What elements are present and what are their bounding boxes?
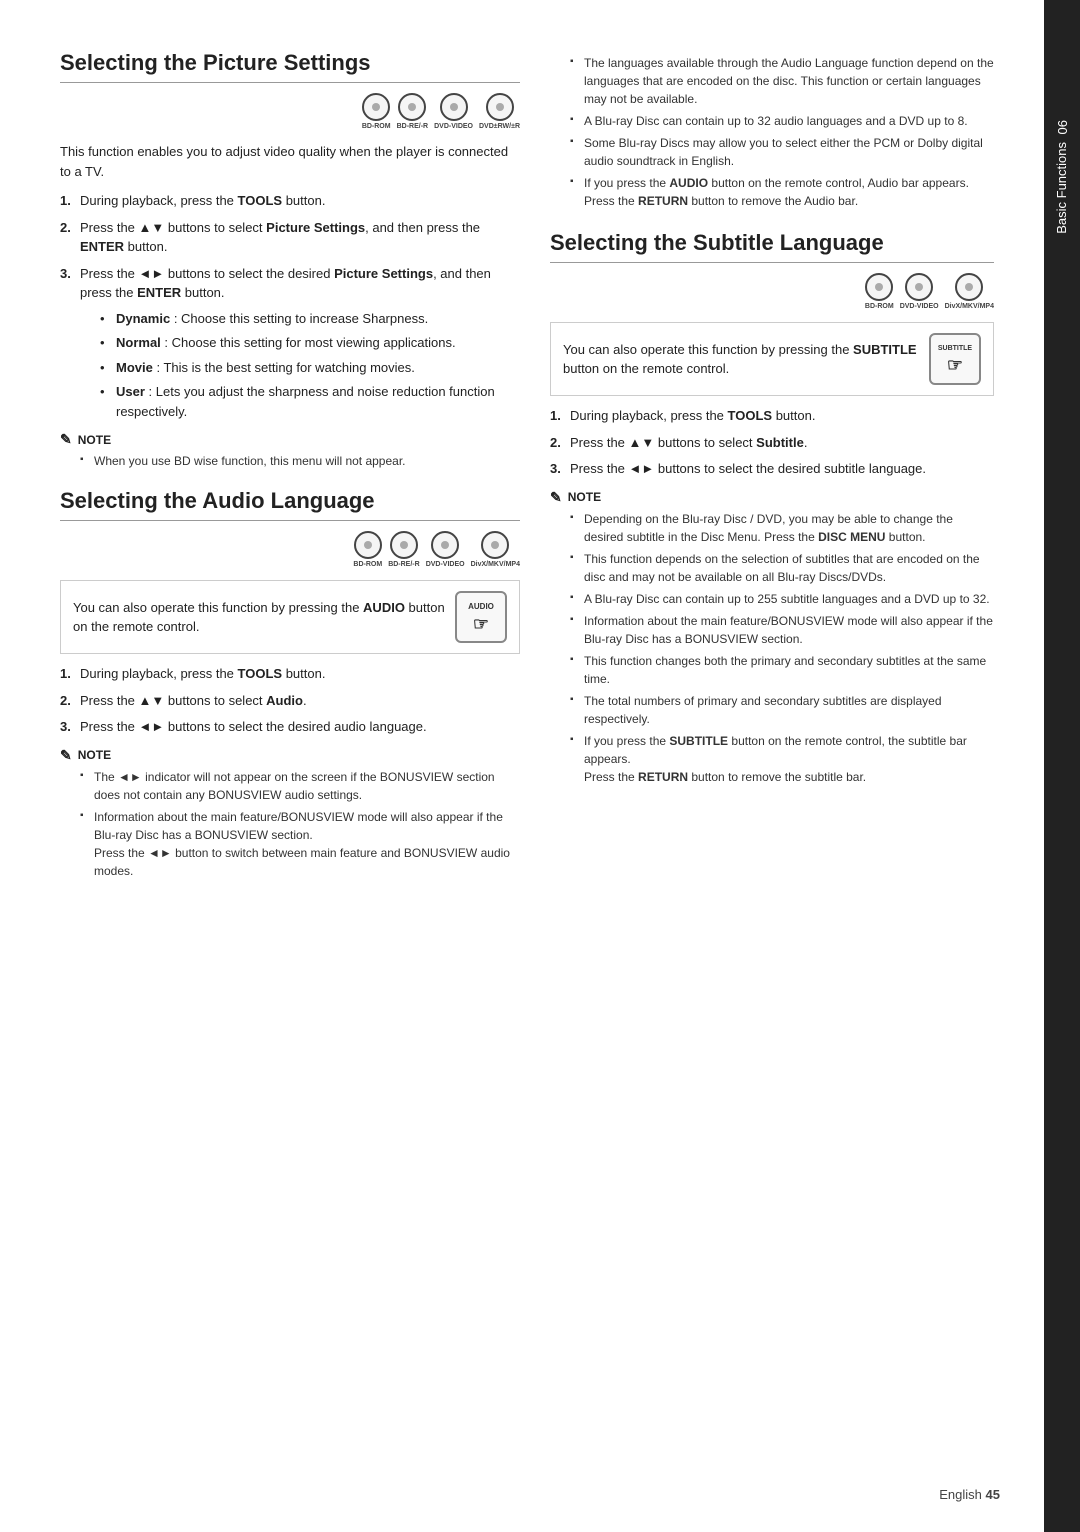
main-content: Selecting the Picture Settings BD-ROM BD… — [0, 0, 1044, 1532]
disc-circle — [955, 273, 983, 301]
step-1: 1. During playback, press the TOOLS butt… — [60, 191, 520, 211]
note-icon-subtitle: ✎ — [550, 489, 562, 506]
disc-dvd-rw: DVD±RW/±R — [479, 93, 520, 130]
picture-steps: 1. During playback, press the TOOLS butt… — [60, 191, 520, 421]
chapter-number: 06 — [1055, 120, 1070, 134]
audio-language-title: Selecting the Audio Language — [60, 488, 520, 521]
disc-icons-audio: BD-ROM BD-RE/-R DVD-VIDEO DivX/MKV/MP4 — [60, 531, 520, 568]
disc-circle — [440, 93, 468, 121]
subtitle-note-5: This function changes both the primary a… — [570, 652, 994, 688]
disc-circle — [354, 531, 382, 559]
note-item: When you use BD wise function, this menu… — [80, 452, 520, 470]
right-column: The languages available through the Audi… — [550, 50, 994, 1482]
hand-icon: ☞ — [473, 615, 489, 633]
audio-step-3: 3. Press the ◄► buttons to select the de… — [60, 717, 520, 737]
disc-dvd-video: DVD-VIDEO — [434, 93, 473, 130]
audio-lang-note-2: A Blu-ray Disc can contain up to 32 audi… — [570, 112, 994, 130]
subtitle-steps: 1. During playback, press the TOOLS butt… — [550, 406, 994, 479]
subtitle-note-7: If you press the SUBTITLE button on the … — [570, 732, 994, 786]
audio-step-1: 1. During playback, press the TOOLS butt… — [60, 664, 520, 684]
audio-function-box: You can also operate this function by pr… — [60, 580, 520, 654]
disc-icons-subtitle: BD-ROM DVD-VIDEO DivX/MKV/MP4 — [550, 273, 994, 310]
section-subtitle-language: Selecting the Subtitle Language BD-ROM D… — [550, 230, 994, 786]
option-movie: Movie : This is the best setting for wat… — [100, 358, 520, 378]
audio-remote-button: AUDIO ☞ — [455, 591, 507, 643]
subtitle-note-1: Depending on the Blu-ray Disc / DVD, you… — [570, 510, 994, 546]
language-label: English — [939, 1487, 982, 1502]
subtitle-remote-button: SUBTITLE ☞ — [929, 333, 981, 385]
subtitle-step-1: 1. During playback, press the TOOLS butt… — [550, 406, 994, 426]
function-box-text: You can also operate this function by pr… — [73, 598, 445, 637]
subtitle-button-label: SUBTITLE — [938, 344, 972, 355]
page: 06 Basic Functions Selecting the Picture… — [0, 0, 1080, 1532]
note-list: When you use BD wise function, this menu… — [80, 452, 520, 470]
audio-lang-note-list: The languages available through the Audi… — [570, 54, 994, 210]
page-footer: English 45 — [939, 1487, 1000, 1502]
disc-bd-re-r: BD-RE/-R — [397, 93, 429, 130]
disc-circle — [431, 531, 459, 559]
option-normal: Normal : Choose this setting for most vi… — [100, 333, 520, 353]
picture-note: ✎ NOTE When you use BD wise function, th… — [60, 431, 520, 470]
note-icon-audio: ✎ — [60, 747, 72, 764]
page-number: 45 — [986, 1487, 1000, 1502]
subtitle-step-3: 3. Press the ◄► buttons to select the de… — [550, 459, 994, 479]
step-3: 3. Press the ◄► buttons to select the de… — [60, 264, 520, 422]
audio-note-list: The ◄► indicator will not appear on the … — [80, 768, 520, 880]
subtitle-step-2: 2. Press the ▲▼ buttons to select Subtit… — [550, 433, 994, 453]
subtitle-note-title: ✎ NOTE — [550, 489, 994, 506]
left-column: Selecting the Picture Settings BD-ROM BD… — [60, 50, 520, 1482]
chapter-label: Basic Functions — [1054, 142, 1071, 234]
disc-circle — [486, 93, 514, 121]
disc-circle — [398, 93, 426, 121]
audio-steps: 1. During playback, press the TOOLS butt… — [60, 664, 520, 737]
subtitle-note-4: Information about the main feature/BONUS… — [570, 612, 994, 648]
subtitle-note: ✎ NOTE Depending on the Blu-ray Disc / D… — [550, 489, 994, 786]
subtitle-language-title: Selecting the Subtitle Language — [550, 230, 994, 263]
disc-bd-rom: BD-ROM — [362, 93, 391, 130]
disc-bd-rom-a: BD-ROM — [353, 531, 382, 568]
section-picture-settings: Selecting the Picture Settings BD-ROM BD… — [60, 50, 520, 470]
subtitle-note-6: The total numbers of primary and seconda… — [570, 692, 994, 728]
note-icon: ✎ — [60, 431, 72, 448]
disc-divx-a: DivX/MKV/MP4 — [471, 531, 520, 568]
disc-bd-rom-s: BD-ROM — [865, 273, 894, 310]
subtitle-function-box: You can also operate this function by pr… — [550, 322, 994, 396]
disc-icons-picture: BD-ROM BD-RE/-R DVD-VIDEO DVD±RW/±R — [60, 93, 520, 130]
audio-note-2: Information about the main feature/BONUS… — [80, 808, 520, 880]
audio-lang-notes: The languages available through the Audi… — [550, 54, 994, 210]
audio-note-1: The ◄► indicator will not appear on the … — [80, 768, 520, 804]
side-tab: 06 Basic Functions — [1044, 0, 1080, 1532]
subtitle-note-3: A Blu-ray Disc can contain up to 255 sub… — [570, 590, 994, 608]
note-title: ✎ NOTE — [60, 431, 520, 448]
subtitle-note-2: This function depends on the selection o… — [570, 550, 994, 586]
audio-lang-note-3: Some Blu-ray Discs may allow you to sele… — [570, 134, 994, 170]
disc-bd-re-r-a: BD-RE/-R — [388, 531, 420, 568]
disc-circle — [362, 93, 390, 121]
disc-dvd-video-s: DVD-VIDEO — [900, 273, 939, 310]
picture-settings-title: Selecting the Picture Settings — [60, 50, 520, 83]
disc-circle — [905, 273, 933, 301]
audio-note-title: ✎ NOTE — [60, 747, 520, 764]
section-audio-language: Selecting the Audio Language BD-ROM BD-R… — [60, 488, 520, 880]
disc-circle — [390, 531, 418, 559]
disc-dvd-video-a: DVD-VIDEO — [426, 531, 465, 568]
picture-options: Dynamic : Choose this setting to increas… — [100, 309, 520, 422]
picture-intro: This function enables you to adjust vide… — [60, 142, 520, 181]
disc-circle — [865, 273, 893, 301]
disc-circle — [481, 531, 509, 559]
subtitle-function-box-text: You can also operate this function by pr… — [563, 340, 919, 379]
subtitle-note-list: Depending on the Blu-ray Disc / DVD, you… — [570, 510, 994, 786]
disc-divx-s: DivX/MKV/MP4 — [945, 273, 994, 310]
audio-step-2: 2. Press the ▲▼ buttons to select Audio. — [60, 691, 520, 711]
step-2: 2. Press the ▲▼ buttons to select Pictur… — [60, 218, 520, 257]
audio-lang-note-4: If you press the AUDIO button on the rem… — [570, 174, 994, 210]
option-user: User : Lets you adjust the sharpness and… — [100, 382, 520, 421]
hand-icon-subtitle: ☞ — [947, 356, 963, 374]
option-dynamic: Dynamic : Choose this setting to increas… — [100, 309, 520, 329]
audio-button-label: AUDIO — [468, 601, 494, 613]
audio-note: ✎ NOTE The ◄► indicator will not appear … — [60, 747, 520, 880]
audio-lang-note-1: The languages available through the Audi… — [570, 54, 994, 108]
